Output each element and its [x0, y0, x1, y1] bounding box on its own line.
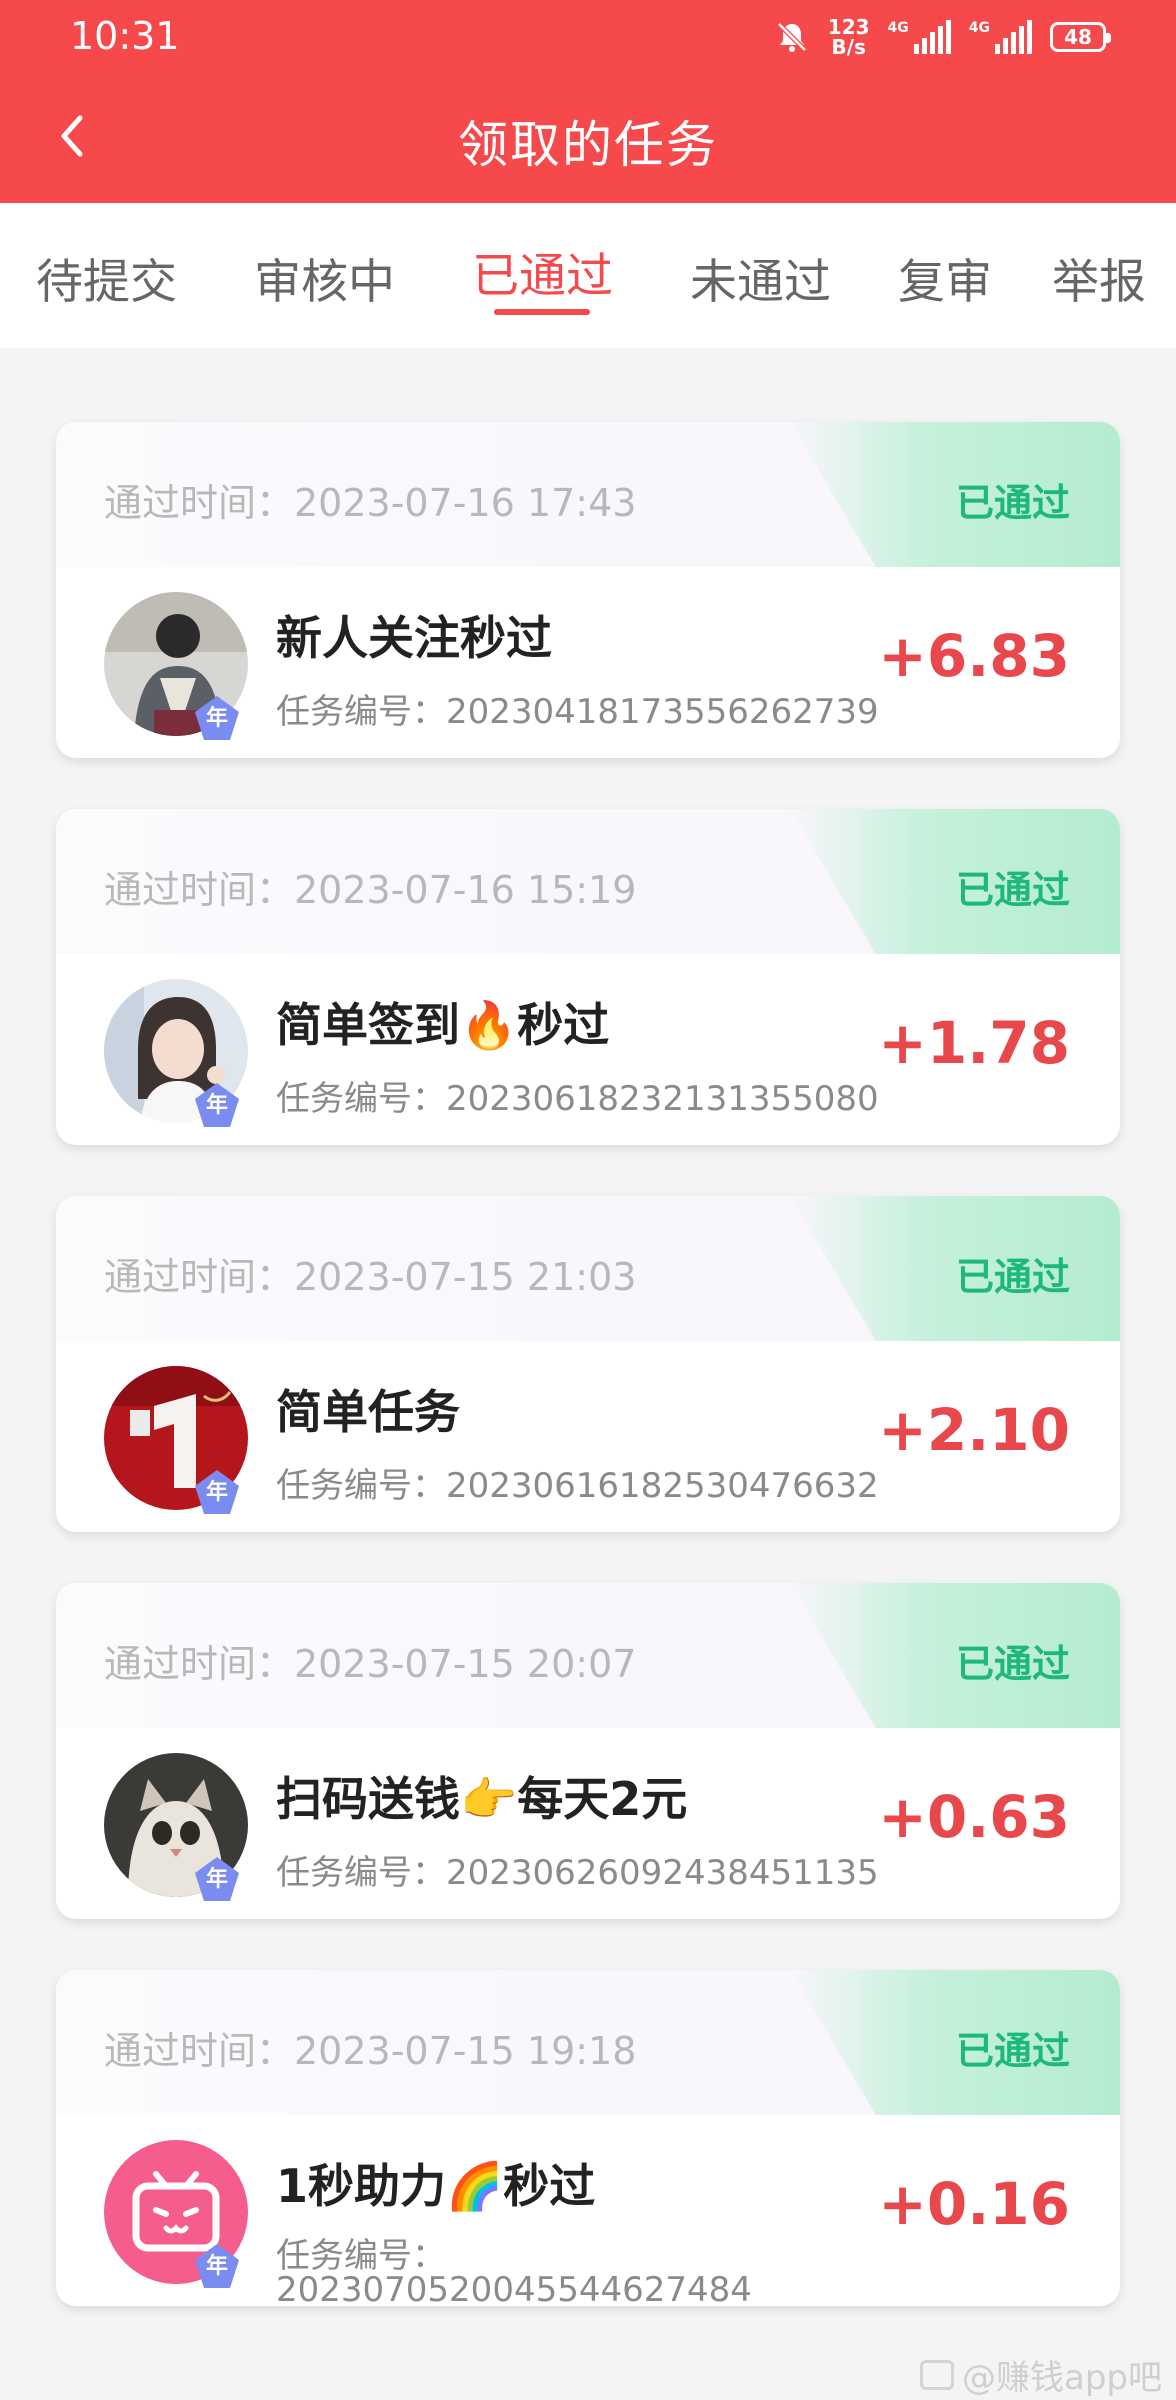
- status-icons: 123 B/s 4G 4G 48: [774, 14, 1111, 60]
- tab-report[interactable]: 举报: [1052, 243, 1146, 312]
- signal-sim2-icon: 4G: [969, 20, 1032, 54]
- badge-text: 年: [205, 1867, 228, 1892]
- task-number: 任务编号：20230618232131355080: [276, 1079, 879, 1119]
- task-card[interactable]: 通过时间：2023-07-15 20:07 已通过 年 扫码送钱👉每天2元 任务…: [56, 1583, 1120, 1919]
- weibo-logo-icon: [920, 2359, 954, 2390]
- reward-amount: +0.16: [878, 2170, 1070, 2238]
- tab-rejected[interactable]: 未通过: [690, 243, 831, 312]
- status-badge: 已通过: [955, 2029, 1070, 2073]
- badge-text: 年: [205, 706, 228, 731]
- task-title: 简单任务: [276, 1385, 460, 1439]
- speed-unit: B/s: [831, 35, 866, 59]
- year-member-badge: 年: [192, 694, 242, 744]
- bell-muted-icon: [774, 19, 810, 55]
- pass-time: 通过时间：2023-07-15 19:18: [104, 2029, 637, 2073]
- sim1-tag: 4G: [887, 20, 909, 36]
- page-title: 领取的任务: [458, 116, 718, 174]
- pass-time: 通过时间：2023-07-15 20:07: [104, 1642, 637, 1686]
- task-title: 新人关注秒过: [276, 611, 552, 665]
- pass-time: 通过时间：2023-07-16 15:19: [104, 868, 637, 912]
- status-badge: 已通过: [955, 1642, 1070, 1686]
- task-number: 任务编号：20230418173556262739: [276, 692, 879, 732]
- year-member-badge: 年: [192, 1855, 242, 1905]
- tab-re-review[interactable]: 复审: [898, 243, 992, 312]
- task-title: 简单签到🔥秒过: [276, 998, 610, 1052]
- tab-approved[interactable]: 已通过: [472, 237, 613, 306]
- battery-icon: 48: [1050, 22, 1111, 52]
- status-badge: 已通过: [955, 1255, 1070, 1299]
- badge-text: 年: [205, 1480, 228, 1505]
- watermark: @赚钱app吧: [920, 2350, 1162, 2399]
- sim2-tag: 4G: [968, 20, 990, 36]
- badge-text: 年: [205, 2254, 228, 2279]
- tab-pending-submit[interactable]: 待提交: [36, 243, 177, 312]
- battery-level: 48: [1064, 25, 1092, 49]
- task-number: 2023070520045544627484: [276, 2270, 752, 2306]
- year-member-badge: 年: [192, 1081, 242, 1131]
- year-member-badge: 年: [192, 2242, 242, 2292]
- active-tab-indicator: [494, 309, 590, 315]
- status-time: 10:31: [70, 14, 180, 58]
- year-member-badge: 年: [192, 1468, 242, 1518]
- task-title: 1秒助力🌈秒过: [276, 2159, 596, 2213]
- reward-amount: +2.10: [878, 1396, 1070, 1464]
- status-badge: 已通过: [955, 868, 1070, 912]
- task-card[interactable]: 通过时间：2023-07-16 17:43 已通过 年 新人关注秒过 任务编号：…: [56, 422, 1120, 758]
- task-title: 扫码送钱👉每天2元: [276, 1772, 688, 1826]
- status-badge: 已通过: [955, 481, 1070, 525]
- reward-amount: +6.83: [878, 622, 1070, 690]
- pass-time: 通过时间：2023-07-15 21:03: [104, 1255, 637, 1299]
- app-header: 10:31 123 B/s 4G 4G 48 领取的任务: [0, 0, 1176, 203]
- pass-time: 通过时间：2023-07-16 17:43: [104, 481, 637, 525]
- task-number: 任务编号：20230616182530476632: [276, 1466, 879, 1506]
- task-card[interactable]: 通过时间：2023-07-16 15:19 已通过 年 简单签到🔥秒过 任务编号…: [56, 809, 1120, 1145]
- task-card[interactable]: 通过时间：2023-07-15 21:03 已通过 年 简单任务 任务编号：20…: [56, 1196, 1120, 1532]
- watermark-text: @赚钱app吧: [962, 2358, 1162, 2398]
- reward-amount: +0.63: [878, 1783, 1070, 1851]
- status-tabs: 待提交 审核中 已通过 未通过 复审 举报: [0, 203, 1176, 348]
- badge-text: 年: [205, 1093, 228, 1118]
- signal-sim1-icon: 4G: [888, 20, 951, 54]
- task-number: 任务编号：20230626092438451135: [276, 1853, 879, 1893]
- task-card[interactable]: 通过时间：2023-07-15 19:18 已通过 年 1秒助力🌈秒过 任务编号…: [56, 1970, 1120, 2306]
- reward-amount: +1.78: [878, 1009, 1070, 1077]
- tab-under-review[interactable]: 审核中: [254, 243, 395, 312]
- network-speed: 123 B/s: [828, 17, 870, 57]
